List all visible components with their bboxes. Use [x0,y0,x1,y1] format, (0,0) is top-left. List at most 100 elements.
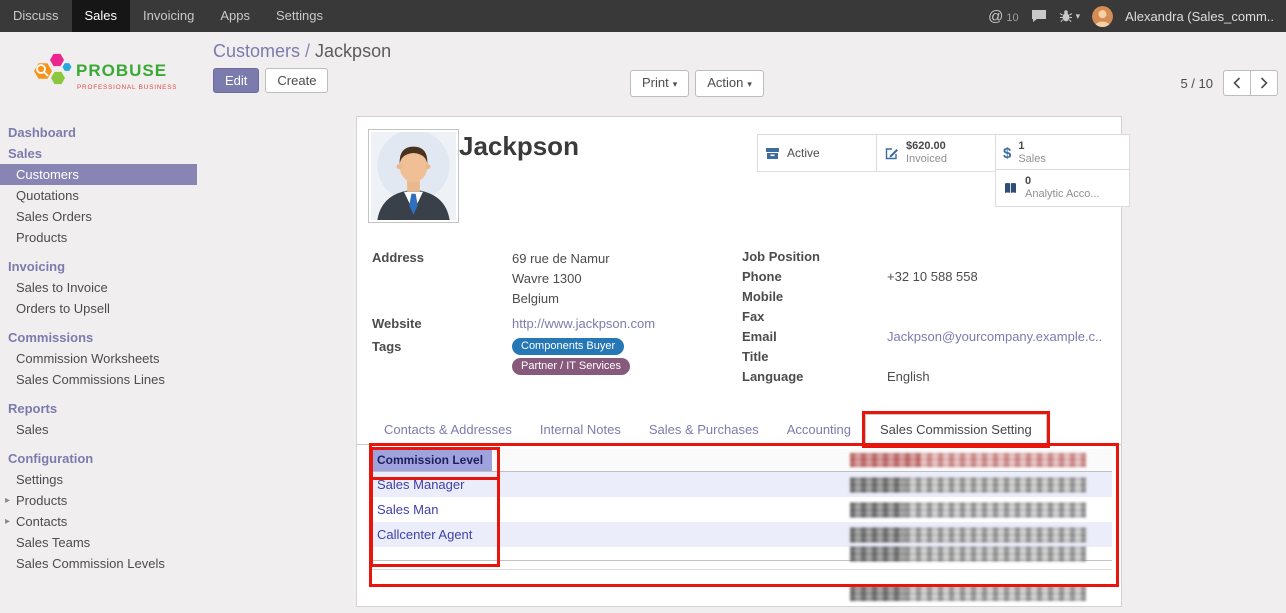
sidebar-heading-reports[interactable]: Reports [0,398,197,419]
tag-components-buyer[interactable]: Components Buyer [512,338,624,355]
book-icon [1003,181,1018,196]
sidebar-item-config-contacts[interactable]: ▸ Contacts [0,511,197,532]
title-field: Title [742,348,1110,365]
topbar-right-tools: @ 10 ▾ Alexandra (Sales_comm.. [988,0,1286,32]
logo-title: PROBUSE [76,61,167,80]
tab-sales-purchases[interactable]: Sales & Purchases [635,415,773,444]
redacted-value [850,546,1086,561]
breadcrumb-customers-link[interactable]: Customers [213,41,300,61]
sidebar-heading-invoicing[interactable]: Invoicing [0,256,197,277]
expand-caret-icon[interactable]: ▸ [5,514,10,529]
left-field-column: Address 69 rue de Namur Wavre 1300 Belgi… [372,249,722,378]
invoiced-label: Invoiced [906,153,947,166]
app-menu-sales[interactable]: Sales [72,0,131,32]
mobile-field: Mobile [742,288,1110,305]
commission-level-cell[interactable]: Sales Manager [372,477,492,492]
tab-accounting[interactable]: Accounting [773,415,865,444]
create-button[interactable]: Create [265,68,328,93]
commission-level-column-header[interactable]: Commission Level [372,449,492,471]
top-navigation-bar: Discuss Sales Invoicing Apps Settings @ … [0,0,1286,32]
tab-contacts-addresses[interactable]: Contacts & Addresses [370,415,526,444]
address-city[interactable]: Wavre 1300 [512,269,610,289]
sidebar-item-sales-teams[interactable]: Sales Teams [0,532,197,553]
job-position-label: Job Position [742,248,887,265]
commission-level-cell[interactable]: Callcenter Agent [372,527,492,542]
mention-icon: @ [988,8,1003,25]
invoiced-stat-button[interactable]: $620.00 Invoiced [876,134,1012,172]
commission-table: Commission Level Sales Manager Sales Man… [372,449,1112,561]
address-street[interactable]: 69 rue de Namur [512,249,610,269]
address-label: Address [372,249,512,309]
website-link[interactable]: http://www.jackpson.com [512,316,655,331]
chat-bubble-icon[interactable] [1031,9,1047,23]
odoo-screen: Discuss Sales Invoicing Apps Settings @ … [0,0,1286,613]
app-menu-invoicing[interactable]: Invoicing [130,0,207,32]
sidebar-item-orders-to-upsell[interactable]: Orders to Upsell [0,298,197,319]
email-link[interactable]: Jackpson@yourcompany.example.c.. [887,329,1102,344]
analytic-count: 0 [1025,175,1100,188]
partner-form-sheet: Jackpson Active $620.00 Invoiced [356,116,1122,607]
chevron-left-icon [1233,77,1241,89]
sales-label: Sales [1018,153,1046,166]
sidebar-item-sales-report[interactable]: Sales [0,419,197,440]
sales-stat-button[interactable]: $ 1 Sales [995,134,1130,172]
table-row-sales-man[interactable]: Sales Man [372,497,1112,522]
print-dropdown-button[interactable]: Print▾ [630,70,689,97]
sidebar-item-commission-worksheets[interactable]: Commission Worksheets [0,348,197,369]
user-avatar[interactable] [1092,6,1113,27]
sidebar-item-quotations[interactable]: Quotations [0,185,197,206]
stat-button-box: Active $620.00 Invoiced $ 1 Sales [757,134,1114,205]
fax-label: Fax [742,308,887,325]
sidebar-item-products[interactable]: Products [0,227,197,248]
sidebar-heading-commissions[interactable]: Commissions [0,327,197,348]
redacted-value [850,527,1086,542]
sidebar-item-sales-to-invoice[interactable]: Sales to Invoice [0,277,197,298]
sidebar-menu: Dashboard Sales Customers Quotations Sal… [0,122,197,574]
job-position-field: Job Position [742,248,1110,265]
website-label: Website [372,315,512,332]
pager-next-button[interactable] [1250,70,1278,96]
sidebar-item-settings[interactable]: Settings [0,469,197,490]
address-field: Address 69 rue de Namur Wavre 1300 Belgi… [372,249,722,309]
sidebar-heading-dashboard[interactable]: Dashboard [0,122,197,143]
redacted-value [850,586,1086,601]
dollar-icon: $ [1003,145,1011,162]
caret-down-icon: ▾ [747,79,752,89]
sidebar-item-customers[interactable]: Customers [0,164,197,185]
partner-avatar[interactable] [368,129,459,223]
app-menu-apps[interactable]: Apps [207,0,263,32]
commission-level-cell[interactable]: Sales Man [372,502,492,517]
app-menu: Discuss Sales Invoicing Apps Settings [0,0,336,32]
debug-bug-menu[interactable]: ▾ [1059,9,1081,23]
sidebar-item-label: Contacts [16,514,67,529]
probuse-logo: PROBUSE PROFESSIONAL BUSINESS [0,32,197,122]
sidebar-item-sales-commissions-lines[interactable]: Sales Commissions Lines [0,369,197,390]
sidebar-heading-configuration[interactable]: Configuration [0,448,197,469]
sidebar-heading-sales[interactable]: Sales [0,143,197,164]
mentions-counter[interactable]: @ 10 [988,8,1018,25]
address-country[interactable]: Belgium [512,289,610,309]
active-stat-button[interactable]: Active [757,134,893,172]
tab-sales-commission-setting[interactable]: Sales Commission Setting [865,414,1047,445]
phone-field: Phone +32 10 588 558 [742,268,1110,285]
edit-button[interactable]: Edit [213,68,259,93]
sidebar-item-config-products[interactable]: ▸Products [0,490,197,511]
sidebar-item-sales-orders[interactable]: Sales Orders [0,206,197,227]
table-row-callcenter-agent[interactable]: Callcenter Agent [372,522,1112,547]
record-pager: 5 / 10 [1180,70,1278,96]
sidebar-item-sales-commission-levels[interactable]: Sales Commission Levels [0,553,197,574]
partner-photo [371,132,456,220]
language-value[interactable]: English [887,368,930,385]
phone-value[interactable]: +32 10 588 558 [887,268,978,285]
user-menu[interactable]: Alexandra (Sales_comm.. [1125,9,1274,24]
action-dropdown-button[interactable]: Action▾ [695,70,764,97]
pager-previous-button[interactable] [1223,70,1250,96]
tab-internal-notes[interactable]: Internal Notes [526,415,635,444]
tag-partner-it-services[interactable]: Partner / IT Services [512,358,630,375]
analytic-accounts-stat-button[interactable]: 0 Analytic Acco... [995,169,1130,207]
expand-caret-icon[interactable]: ▸ [5,493,10,508]
tags-field: Tags Components Buyer Partner / IT Servi… [372,338,722,375]
app-menu-settings[interactable]: Settings [263,0,336,32]
app-menu-discuss[interactable]: Discuss [0,0,72,32]
table-row-sales-manager[interactable]: Sales Manager [372,472,1112,497]
